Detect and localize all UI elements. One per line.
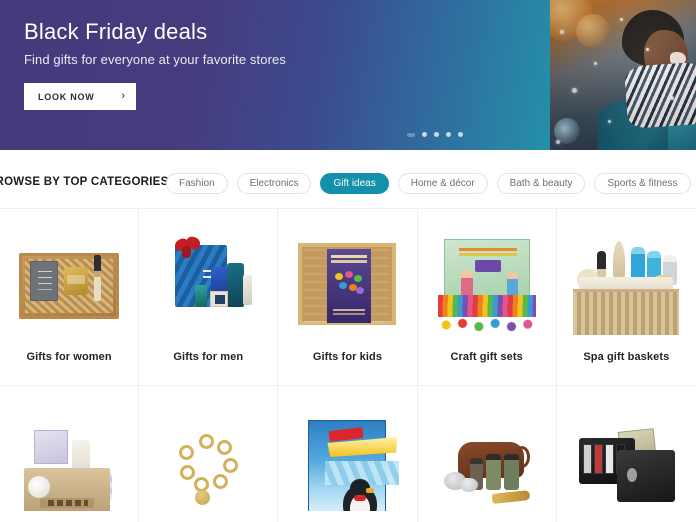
- carousel-dot-3[interactable]: [434, 132, 439, 137]
- product-thumbnail: [573, 233, 680, 339]
- browse-categories-label: BROWSE BY TOP CATEGORIES: [0, 176, 169, 188]
- craft-supply-box-icon: [434, 233, 540, 339]
- carousel-dot-2[interactable]: [422, 132, 427, 137]
- spa-basket-icon: [573, 233, 680, 339]
- look-now-label: LOOK NOW: [38, 91, 95, 102]
- hero-content: Black Friday deals Find gifts for everyo…: [24, 18, 286, 110]
- product-card-leather-wallet[interactable]: [556, 386, 696, 522]
- product-grid: Gifts for women Gifts for men Gifts for …: [0, 208, 696, 522]
- product-card-penguin-game[interactable]: [278, 386, 418, 522]
- carousel-dot-1[interactable]: [407, 132, 415, 137]
- product-thumbnail: [16, 233, 122, 339]
- hero-subtitle: Find gifts for everyone at your favorite…: [24, 52, 286, 67]
- product-thumbnail: [294, 416, 400, 511]
- category-pill-electronics[interactable]: Electronics: [236, 173, 312, 194]
- product-card-fresh-basket[interactable]: [0, 386, 140, 522]
- product-thumbnail: [294, 233, 400, 339]
- category-pill-gift-ideas[interactable]: Gift ideas: [320, 173, 389, 194]
- product-card-gifts-for-women[interactable]: Gifts for women: [0, 209, 140, 385]
- category-pill-list: Fashion Electronics Gift ideas Home & dé…: [166, 173, 691, 194]
- product-card-grooming-kit[interactable]: [417, 386, 557, 522]
- fresh-gift-basket-icon: [16, 416, 122, 511]
- category-pill-sports-fitness[interactable]: Sports & fitness: [594, 173, 691, 194]
- leather-wallet-icon: [573, 416, 679, 511]
- product-thumbnail: [573, 416, 679, 511]
- hero-photo: [550, 0, 696, 150]
- chevron-right-icon: ›: [121, 90, 125, 102]
- gift-box-men-icon: [155, 233, 261, 339]
- product-label: Gifts for kids: [312, 351, 383, 363]
- product-label: Craft gift sets: [450, 351, 523, 363]
- product-card-gifts-for-kids[interactable]: Gifts for kids: [278, 209, 418, 385]
- page-root: Black Friday deals Find gifts for everyo…: [0, 0, 696, 522]
- product-card-gold-bracelet[interactable]: [139, 386, 279, 522]
- product-row: Gifts for women Gifts for men Gifts for …: [0, 209, 696, 386]
- product-thumbnail: [434, 416, 540, 511]
- product-thumbnail: [16, 416, 122, 511]
- carousel-dot-5[interactable]: [458, 132, 463, 137]
- product-thumbnail: [155, 416, 261, 511]
- photo-vignette: [550, 0, 696, 150]
- penguin-pile-up-game-icon: [294, 416, 400, 511]
- product-row: [0, 386, 696, 522]
- product-label: Spa gift baskets: [583, 351, 670, 363]
- category-pill-fashion[interactable]: Fashion: [166, 173, 228, 194]
- product-thumbnail: [155, 233, 261, 339]
- product-label: Gifts for women: [26, 351, 112, 363]
- product-card-craft-gift-sets[interactable]: Craft gift sets: [417, 209, 557, 385]
- look-now-button[interactable]: LOOK NOW ›: [24, 83, 136, 110]
- carousel-dot-4[interactable]: [446, 132, 451, 137]
- butterfly-craft-kit-icon: [294, 233, 400, 339]
- product-card-spa-gift-baskets[interactable]: Spa gift baskets: [556, 209, 696, 385]
- grooming-dopp-kit-icon: [434, 416, 540, 511]
- product-label: Gifts for men: [173, 351, 244, 363]
- gift-box-women-icon: [16, 233, 122, 339]
- product-card-gifts-for-men[interactable]: Gifts for men: [139, 209, 279, 385]
- hero-banner: Black Friday deals Find gifts for everyo…: [0, 0, 696, 150]
- gold-bracelet-icon: [155, 416, 261, 511]
- category-pill-bath-beauty[interactable]: Bath & beauty: [496, 173, 586, 194]
- hero-title: Black Friday deals: [24, 19, 208, 44]
- carousel-dots[interactable]: [407, 132, 463, 137]
- product-thumbnail: [434, 233, 540, 339]
- category-pill-home-decor[interactable]: Home & décor: [397, 173, 488, 194]
